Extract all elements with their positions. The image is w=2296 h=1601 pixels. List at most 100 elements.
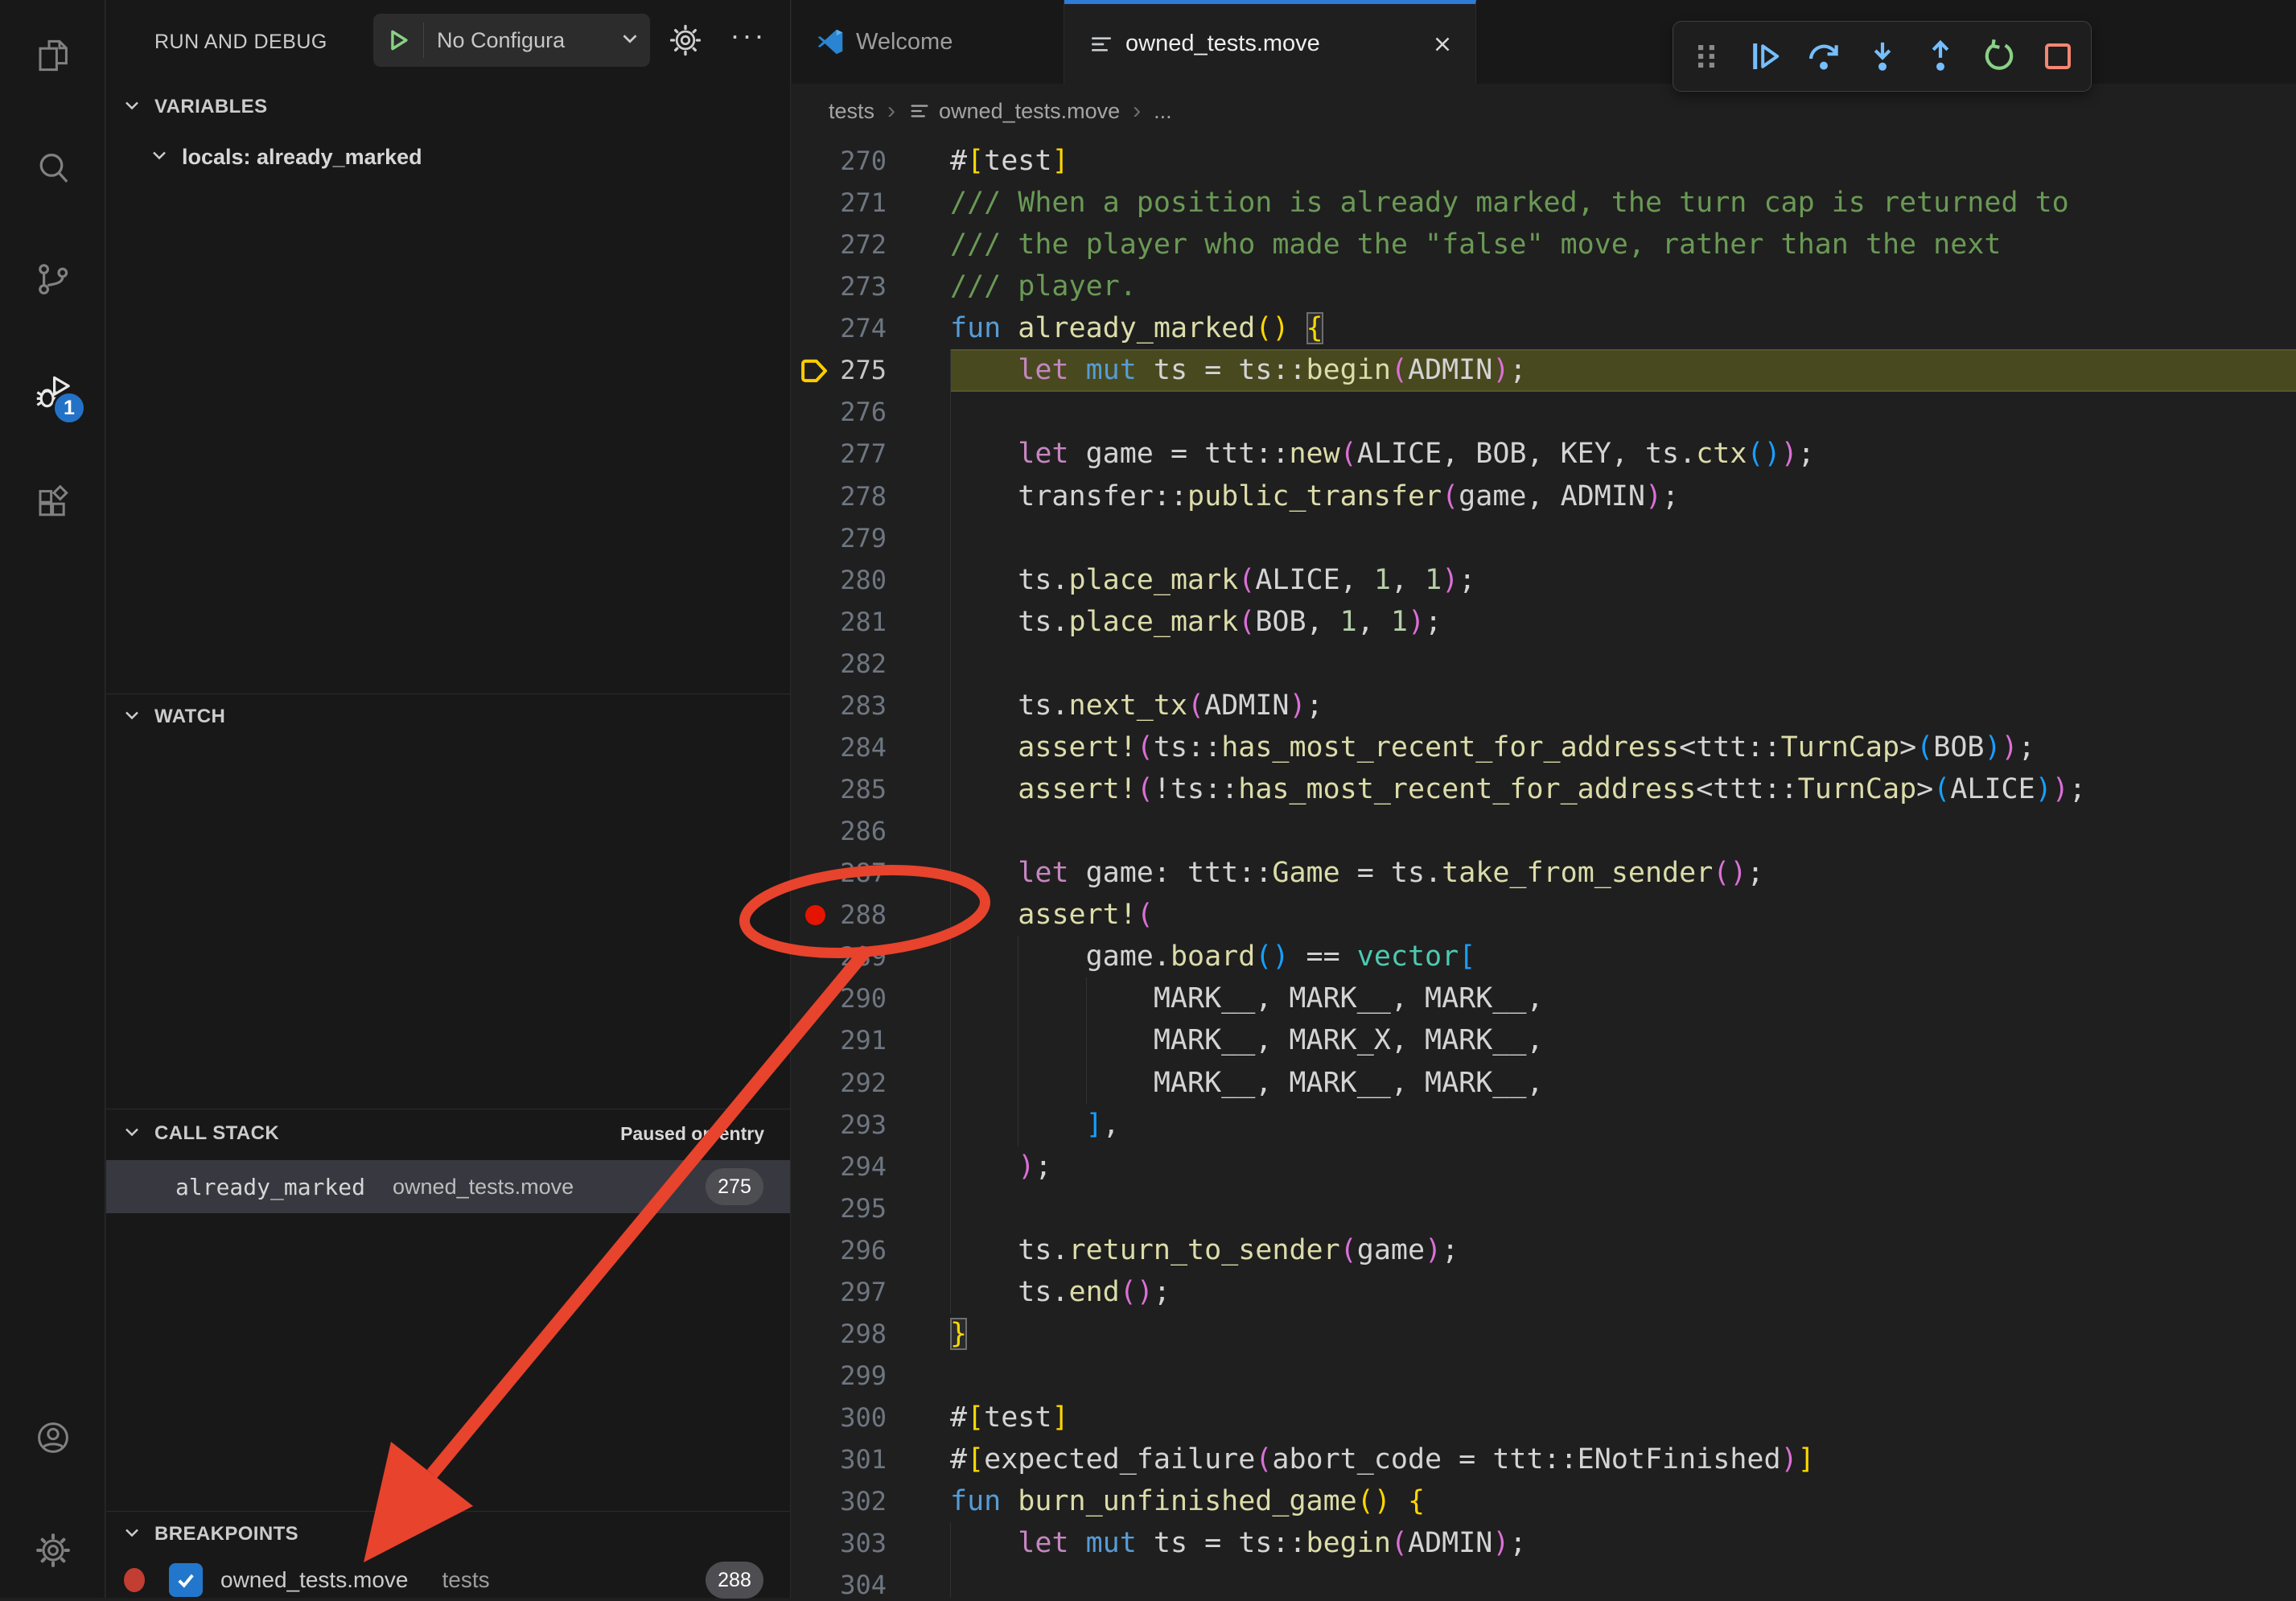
- gutter[interactable]: [798, 1564, 832, 1598]
- gutter[interactable]: [798, 224, 832, 266]
- drag-handle-icon[interactable]: [1681, 28, 1732, 84]
- code-line[interactable]: 288 assert!(: [792, 894, 2296, 936]
- code-line[interactable]: 276: [792, 391, 2296, 434]
- section-variables[interactable]: VARIABLES: [106, 87, 790, 127]
- code-line[interactable]: 271/// When a position is already marked…: [792, 182, 2296, 224]
- gutter[interactable]: [798, 265, 832, 308]
- code-line[interactable]: 287 let game: ttt::Game = ts.take_from_s…: [792, 852, 2296, 895]
- call-stack-frame-row[interactable]: already_marked owned_tests.move 275: [106, 1160, 790, 1213]
- code-line[interactable]: 293 ],: [792, 1104, 2296, 1146]
- sidebar-item-extensions[interactable]: [0, 460, 105, 549]
- gutter[interactable]: [798, 1271, 832, 1314]
- gutter[interactable]: [798, 1438, 832, 1481]
- account-button[interactable]: [0, 1393, 105, 1482]
- gutter[interactable]: [798, 601, 832, 644]
- code-line[interactable]: 272/// the player who made the "false" m…: [792, 224, 2296, 266]
- gutter[interactable]: [798, 685, 832, 727]
- code-line[interactable]: 290 MARK__, MARK__, MARK__,: [792, 977, 2296, 1020]
- step-into-button[interactable]: [1857, 28, 1908, 84]
- gutter[interactable]: [798, 307, 832, 350]
- tab-welcome[interactable]: Welcome: [792, 0, 1064, 84]
- breakpoint-checkbox[interactable]: [169, 1563, 203, 1597]
- section-watch[interactable]: WATCH: [106, 697, 790, 737]
- breadcrumb-file[interactable]: owned_tests.move: [939, 99, 1120, 124]
- gutter[interactable]: [798, 852, 832, 895]
- section-breakpoints[interactable]: BREAKPOINTS: [106, 1514, 790, 1554]
- code-line[interactable]: 300#[test]: [792, 1397, 2296, 1439]
- gutter[interactable]: [798, 1313, 832, 1356]
- code-line[interactable]: 296 ts.return_to_sender(game);: [792, 1229, 2296, 1272]
- continue-button[interactable]: [1739, 28, 1791, 84]
- code-line[interactable]: 298}: [792, 1313, 2296, 1356]
- gutter[interactable]: [798, 1019, 832, 1062]
- code-line[interactable]: 281 ts.place_mark(BOB, 1, 1);: [792, 601, 2296, 644]
- gutter[interactable]: [798, 1062, 832, 1105]
- code-line[interactable]: 301#[expected_failure(abort_code = ttt::…: [792, 1438, 2296, 1481]
- code-line[interactable]: 278 transfer::public_transfer(game, ADMI…: [792, 475, 2296, 518]
- gutter[interactable]: [798, 1480, 832, 1523]
- tab-owned-tests[interactable]: owned_tests.move: [1064, 0, 1476, 84]
- step-over-button[interactable]: [1798, 28, 1850, 84]
- close-icon[interactable]: [1430, 32, 1455, 56]
- gear-icon[interactable]: [663, 18, 708, 63]
- gutter[interactable]: [798, 810, 832, 853]
- code-line[interactable]: 294 );: [792, 1146, 2296, 1188]
- gutter[interactable]: [798, 1146, 832, 1188]
- gutter[interactable]: [798, 1229, 832, 1272]
- gutter[interactable]: [798, 140, 832, 183]
- breakpoint-gutter-icon[interactable]: [798, 894, 832, 936]
- code-line[interactable]: 295: [792, 1187, 2296, 1230]
- gutter[interactable]: [798, 977, 832, 1020]
- code-line[interactable]: 275 let mut ts = ts::begin(ADMIN);: [792, 349, 2296, 392]
- gutter[interactable]: [798, 1397, 832, 1439]
- gutter[interactable]: [798, 936, 832, 978]
- code-line[interactable]: 283 ts.next_tx(ADMIN);: [792, 685, 2296, 727]
- code-line[interactable]: 302fun burn_unfinished_game() {: [792, 1480, 2296, 1523]
- code-line[interactable]: 273/// player.: [792, 265, 2296, 308]
- more-actions-icon[interactable]: ···: [722, 13, 774, 61]
- gutter[interactable]: [798, 517, 832, 560]
- gutter[interactable]: [798, 433, 832, 475]
- variables-scope-row[interactable]: locals: already_marked: [106, 135, 790, 179]
- gutter[interactable]: [798, 1187, 832, 1230]
- sidebar-item-run-and-debug[interactable]: 1: [0, 348, 105, 436]
- sidebar-item-explorer[interactable]: [0, 11, 105, 100]
- sidebar-item-search[interactable]: [0, 124, 105, 212]
- current-line-pointer-icon[interactable]: [798, 349, 832, 392]
- code-line[interactable]: 291 MARK__, MARK_X, MARK__,: [792, 1019, 2296, 1062]
- gutter[interactable]: [798, 643, 832, 685]
- gutter[interactable]: [798, 768, 832, 811]
- code-line[interactable]: 292 MARK__, MARK__, MARK__,: [792, 1062, 2296, 1105]
- code-line[interactable]: 286: [792, 810, 2296, 853]
- code-line[interactable]: 299: [792, 1355, 2296, 1397]
- step-out-button[interactable]: [1915, 28, 1966, 84]
- code-line[interactable]: 270#[test]: [792, 140, 2296, 183]
- code-line[interactable]: 304: [792, 1564, 2296, 1598]
- code-line[interactable]: 282: [792, 643, 2296, 685]
- restart-button[interactable]: [1973, 28, 2025, 84]
- gutter[interactable]: [798, 391, 832, 434]
- sidebar-item-source-control[interactable]: [0, 235, 105, 323]
- gutter[interactable]: [798, 559, 832, 602]
- code-line[interactable]: 279: [792, 517, 2296, 560]
- gutter[interactable]: [798, 1522, 832, 1565]
- breadcrumb-more[interactable]: ...: [1154, 99, 1172, 124]
- code-line[interactable]: 274fun already_marked() {: [792, 307, 2296, 350]
- code-line[interactable]: 280 ts.place_mark(ALICE, 1, 1);: [792, 559, 2296, 602]
- gutter[interactable]: [798, 726, 832, 769]
- code-view[interactable]: 270#[test]271/// When a position is alre…: [792, 138, 2296, 1598]
- breadcrumb-folder[interactable]: tests: [829, 99, 874, 124]
- gutter[interactable]: [798, 182, 832, 224]
- start-debug-icon[interactable]: [373, 27, 423, 54]
- code-line[interactable]: 289 game.board() == vector[: [792, 936, 2296, 978]
- code-line[interactable]: 297 ts.end();: [792, 1271, 2296, 1314]
- settings-button[interactable]: [0, 1506, 105, 1595]
- debug-config-dropdown[interactable]: No Configura: [373, 14, 650, 67]
- gutter[interactable]: [798, 1104, 832, 1146]
- stop-button[interactable]: [2032, 28, 2084, 84]
- code-line[interactable]: 277 let game = ttt::new(ALICE, BOB, KEY,…: [792, 433, 2296, 475]
- breakpoint-row[interactable]: owned_tests.move tests 288: [106, 1559, 790, 1601]
- code-line[interactable]: 284 assert!(ts::has_most_recent_for_addr…: [792, 726, 2296, 769]
- code-line[interactable]: 285 assert!(!ts::has_most_recent_for_add…: [792, 768, 2296, 811]
- code-line[interactable]: 303 let mut ts = ts::begin(ADMIN);: [792, 1522, 2296, 1565]
